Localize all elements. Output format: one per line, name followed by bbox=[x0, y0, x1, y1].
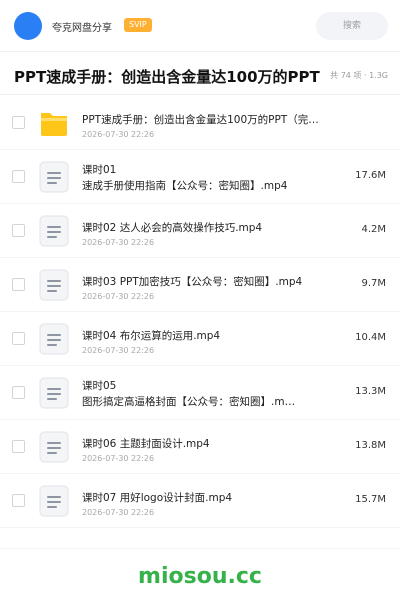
row-checkbox[interactable] bbox=[12, 494, 25, 507]
divider bbox=[0, 94, 400, 95]
file-row[interactable]: 课时01 速成手册使用指南【公众号：密知圈】.mp4 17.6M bbox=[0, 150, 400, 204]
file-name[interactable]: 课时05 图形搞定高逼格封面【公众号：密知圈】.m… bbox=[82, 378, 332, 410]
file-row[interactable]: 课时03 PPT加密技巧【公众号：密知圈】.mp4 2026-07-30 22:2… bbox=[0, 258, 400, 312]
file-name-line: 课时04 布尔运算的运用.mp4 bbox=[82, 330, 221, 342]
file-name-line: 课时06 主题封面设计.mp4 bbox=[82, 438, 210, 450]
file-name[interactable]: 课时03 PPT加密技巧【公众号：密知圈】.mp4 bbox=[82, 274, 332, 290]
item-count: 共 74 项 · 1.3G bbox=[330, 71, 388, 80]
file-icon bbox=[38, 269, 70, 301]
row-checkbox[interactable] bbox=[12, 224, 25, 237]
file-name-line: PPT速成手册：创造出含金量达100万的PPT（完… bbox=[82, 114, 319, 126]
search-input[interactable]: 搜索 bbox=[316, 12, 388, 40]
file-icon bbox=[38, 161, 70, 193]
file-row[interactable]: PPT速成手册：创造出含金量达100万的PPT（完… 2026-07-30 22:… bbox=[0, 96, 400, 150]
file-date: 2026-07-30 22:26 bbox=[82, 292, 155, 301]
file-date: 2026-07-30 22:26 bbox=[82, 454, 155, 463]
file-icon bbox=[38, 377, 70, 409]
row-checkbox[interactable] bbox=[12, 332, 25, 345]
file-size: 17.6M bbox=[355, 170, 386, 181]
file-name-line: 图形搞定高逼格封面【公众号：密知圈】.m… bbox=[82, 396, 296, 408]
page-title: PPT速成手册：创造出含金量达100万的PPT bbox=[14, 68, 320, 86]
file-icon bbox=[38, 215, 70, 247]
file-name[interactable]: 课时06 主题封面设计.mp4 bbox=[82, 436, 332, 452]
file-row[interactable]: 课时06 主题封面设计.mp4 2026-07-30 22:26 13.8M bbox=[0, 420, 400, 474]
folder-icon bbox=[38, 107, 70, 139]
file-size: 10.4M bbox=[355, 332, 386, 343]
file-name-line: 课时03 PPT加密技巧【公众号：密知圈】.mp4 bbox=[82, 276, 303, 288]
username: 夸克网盘分享 bbox=[52, 23, 112, 34]
file-name-line: 速成手册使用指南【公众号：密知圈】.mp4 bbox=[82, 180, 288, 192]
row-checkbox[interactable] bbox=[12, 440, 25, 453]
svip-badge: SVIP bbox=[124, 18, 152, 32]
file-name[interactable]: 课时01 速成手册使用指南【公众号：密知圈】.mp4 bbox=[82, 162, 332, 194]
row-checkbox[interactable] bbox=[12, 278, 25, 291]
file-name[interactable]: 课时07 用好logo设计封面.mp4 bbox=[82, 490, 332, 506]
file-name-line: 课时02 达人必会的高效操作技巧.mp4 bbox=[82, 222, 263, 234]
row-checkbox[interactable] bbox=[12, 170, 25, 183]
file-size: 15.7M bbox=[355, 494, 386, 505]
top-bar: 夸克网盘分享 SVIP 搜索 bbox=[0, 0, 400, 52]
file-row[interactable]: 课时07 用好logo设计封面.mp4 2026-07-30 22:26 15.7M bbox=[0, 474, 400, 528]
file-list: PPT速成手册：创造出含金量达100万的PPT（完… 2026-07-30 22:… bbox=[0, 96, 400, 528]
avatar[interactable] bbox=[14, 12, 42, 40]
file-size: 13.3M bbox=[355, 386, 386, 397]
file-icon bbox=[38, 485, 70, 517]
file-date: 2026-07-30 22:26 bbox=[82, 238, 155, 247]
file-icon bbox=[38, 323, 70, 355]
file-row[interactable]: 课时02 达人必会的高效操作技巧.mp4 2026-07-30 22:26 4.2M bbox=[0, 204, 400, 258]
file-icon bbox=[38, 431, 70, 463]
file-name[interactable]: 课时04 布尔运算的运用.mp4 bbox=[82, 328, 332, 344]
file-row[interactable]: 课时05 图形搞定高逼格封面【公众号：密知圈】.m… 13.3M bbox=[0, 366, 400, 420]
file-name-line: 课时07 用好logo设计封面.mp4 bbox=[82, 492, 233, 504]
file-name-line: 课时01 bbox=[82, 164, 117, 176]
file-date: 2026-07-30 22:26 bbox=[82, 130, 155, 139]
file-name[interactable]: 课时02 达人必会的高效操作技巧.mp4 bbox=[82, 220, 332, 236]
file-date: 2026-07-30 22:26 bbox=[82, 346, 155, 355]
file-name-line: 课时05 bbox=[82, 380, 117, 392]
file-name[interactable]: PPT速成手册：创造出含金量达100万的PPT（完… bbox=[82, 112, 332, 128]
divider bbox=[0, 548, 400, 549]
file-size: 13.8M bbox=[355, 440, 386, 451]
watermark: miosou.cc bbox=[138, 564, 262, 589]
file-row[interactable]: 课时04 布尔运算的运用.mp4 2026-07-30 22:26 10.4M bbox=[0, 312, 400, 366]
file-size: 9.7M bbox=[361, 278, 386, 289]
row-checkbox[interactable] bbox=[12, 386, 25, 399]
row-checkbox[interactable] bbox=[12, 116, 25, 129]
file-date: 2026-07-30 22:26 bbox=[82, 508, 155, 517]
file-size: 4.2M bbox=[361, 224, 386, 235]
